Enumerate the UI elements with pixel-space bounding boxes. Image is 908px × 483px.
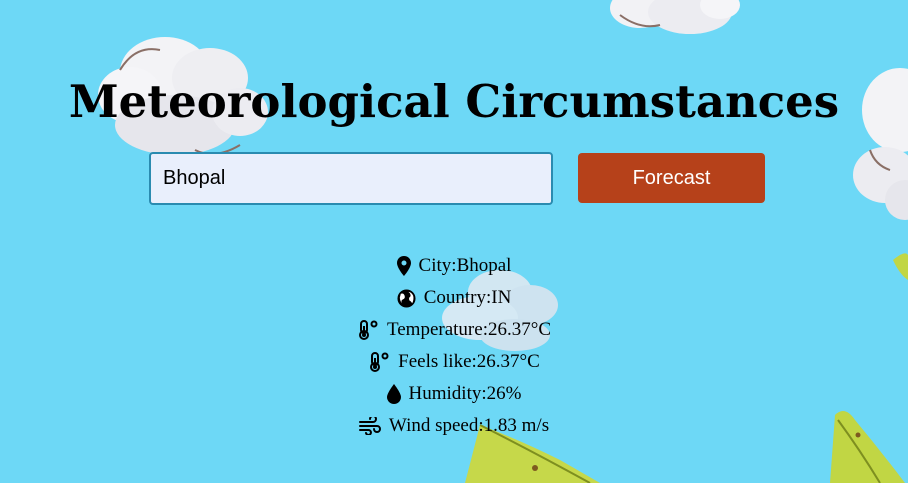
weather-label: Wind speed: xyxy=(388,415,484,436)
map-pin-icon xyxy=(396,256,411,276)
thermometer-icon xyxy=(368,352,390,372)
weather-value: 26.37°C xyxy=(487,319,552,340)
weather-value: 26% xyxy=(486,383,522,404)
weather-label: City: xyxy=(418,255,457,276)
weather-label: Country: xyxy=(423,287,492,308)
weather-label: Feels like: xyxy=(398,351,477,372)
weather-value: IN xyxy=(491,287,512,308)
weather-value: 1.83 m/s xyxy=(483,415,550,436)
weather-value: Bhopal xyxy=(456,255,512,276)
water-drop-icon xyxy=(386,384,401,404)
weather-row-wind-speed: Wind speed: 1.83 m/s xyxy=(0,410,908,442)
wind-icon xyxy=(358,417,381,435)
thermometer-icon xyxy=(357,320,379,340)
weather-row-humidity: Humidity: 26% xyxy=(0,378,908,410)
page-title: Meteorological Circumstances xyxy=(68,75,840,128)
weather-value: 26.37°C xyxy=(476,351,540,372)
weather-row-city: City: Bhopal xyxy=(0,250,908,282)
weather-row-country: Country: IN xyxy=(0,282,908,314)
city-search-input[interactable] xyxy=(149,152,553,205)
forecast-button[interactable]: Forecast xyxy=(578,153,765,203)
weather-label: Temperature: xyxy=(386,319,488,340)
weather-label: Humidity: xyxy=(408,383,487,404)
weather-row-feels-like: Feels like: 26.37°C xyxy=(0,346,908,378)
globe-icon xyxy=(397,288,416,308)
cloud-illustration xyxy=(610,0,740,34)
weather-row-temperature: Temperature: 26.37°C xyxy=(0,314,908,346)
weather-info: City: Bhopal Country: IN Temperature: 26.37… xyxy=(0,250,908,442)
